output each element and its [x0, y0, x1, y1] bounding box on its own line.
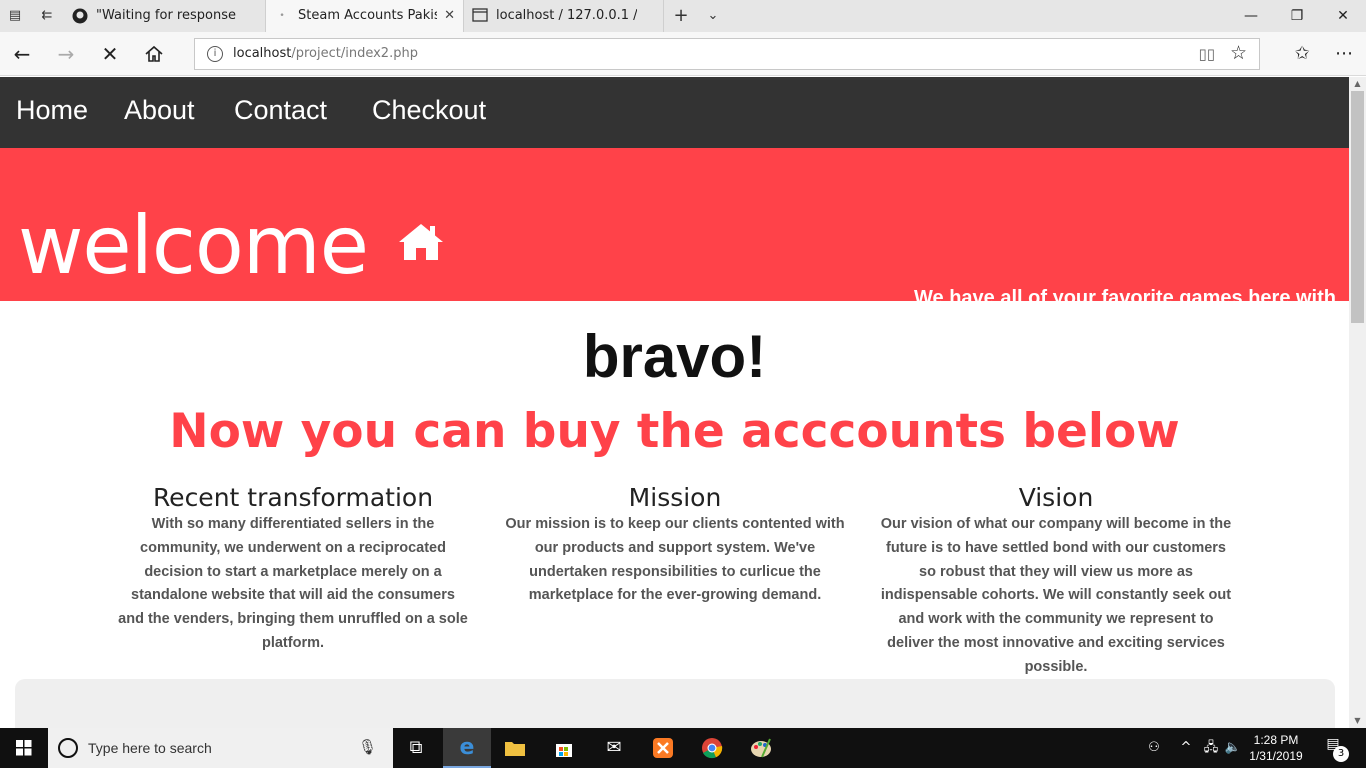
more-menu-icon[interactable]: ⋯ [1330, 40, 1358, 68]
back-arrow-icon[interactable]: ← [8, 40, 36, 68]
notification-count-badge: 3 [1333, 746, 1349, 762]
xampp-icon[interactable] [639, 728, 687, 768]
browser-tab-strip: ▤ ⇇ "Waiting for response from • Steam A… [0, 0, 1366, 32]
minimize-icon[interactable]: — [1228, 0, 1274, 32]
house-icon [399, 224, 443, 260]
tab-label: Steam Accounts Pakista [298, 8, 437, 23]
column-text: Our mission is to keep our clients conte… [505, 516, 845, 604]
favorite-star-icon[interactable]: ☆ [1230, 42, 1247, 64]
scroll-up-arrow-icon[interactable]: ▲ [1349, 77, 1366, 91]
close-window-icon[interactable]: ✕ [1320, 0, 1366, 32]
tab-label: "Waiting for response from [96, 8, 239, 23]
page-scrollbar[interactable]: ▲ ▼ [1349, 77, 1366, 728]
mail-icon[interactable]: ✉ [590, 728, 638, 768]
action-center-button[interactable]: ▤ 3 [1318, 736, 1349, 762]
file-explorer-icon[interactable] [491, 728, 539, 768]
taskbar: Type here to search 🎙 ⧉ e ✉ ⚇ ^ 🖧 🔈 1:28… [0, 728, 1366, 768]
products-panel [15, 679, 1335, 728]
microphone-icon[interactable]: 🎙 [358, 738, 377, 756]
column-text: With so many differentiated sellers in t… [118, 516, 468, 651]
address-bar[interactable]: i localhost/project/index2.php ▯▯ ☆ [194, 38, 1260, 70]
set-aside-tabs-icon[interactable]: ⇇ [38, 7, 56, 25]
nav-contact-link[interactable]: Contact [234, 95, 327, 126]
recent-transformation-column: Recent transformation With so many diffe… [118, 483, 468, 656]
column-title: Vision [1018, 483, 1094, 512]
taskbar-search-box[interactable]: Type here to search 🎙 [48, 728, 393, 768]
address-url: localhost/project/index2.php [233, 46, 418, 61]
tab-label: localhost / 127.0.0.1 / stean [496, 8, 637, 23]
nav-checkout-link[interactable]: Checkout [372, 95, 486, 126]
tab-phpmyadmin[interactable]: localhost / 127.0.0.1 / stean [464, 0, 664, 32]
task-view-icon[interactable]: ⧉ [392, 728, 440, 768]
cortana-circle-icon [58, 738, 78, 758]
column-title: Recent transformation [152, 483, 434, 512]
network-icon[interactable]: 🖧 [1200, 728, 1222, 768]
store-icon[interactable] [540, 728, 588, 768]
column-text: Our vision of what our company will beco… [880, 516, 1232, 675]
search-placeholder: Type here to search [88, 740, 212, 756]
windows-start-button[interactable] [0, 728, 48, 768]
paint-icon[interactable] [737, 728, 785, 768]
volume-icon[interactable]: 🔈 [1222, 728, 1244, 768]
scroll-thumb[interactable] [1351, 91, 1364, 323]
url-host: localhost [233, 46, 292, 61]
page-viewport: Home About Contact Checkout welcome We h… [0, 77, 1349, 728]
clock-time: 1:28 PM [1253, 733, 1299, 747]
scroll-down-arrow-icon[interactable]: ▼ [1349, 714, 1366, 728]
home-icon[interactable] [140, 40, 168, 68]
site-nav-bar: Home About Contact Checkout [0, 77, 1349, 148]
browser-toolbar: ← → ✕ i localhost/project/index2.php ▯▯ … [0, 32, 1366, 76]
tab-actions-icon[interactable]: ▤ [6, 7, 24, 25]
hero-title: welcome [18, 199, 369, 292]
tray-overflow-chevron-icon[interactable]: ^ [1176, 728, 1196, 768]
restore-icon[interactable]: ❐ [1274, 0, 1320, 32]
buy-accounts-subheading: Now you can buy the acccounts below [169, 404, 1180, 459]
page-icon [472, 8, 488, 24]
url-path: /project/index2.php [291, 46, 418, 61]
tab-preview-chevron-icon[interactable]: ⌄ [704, 7, 722, 25]
loading-dot-icon: • [279, 11, 285, 21]
forward-arrow-icon[interactable]: → [52, 40, 80, 68]
windows-logo-icon [16, 740, 32, 756]
hero-banner: welcome We have all of your favorite gam… [0, 148, 1349, 365]
mission-column: Mission Our mission is to keep our clien… [496, 483, 854, 608]
new-tab-icon[interactable]: + [672, 7, 690, 25]
taskbar-clock[interactable]: 1:28 PM 1/31/2019 [1242, 732, 1310, 764]
nav-about-link[interactable]: About [124, 95, 195, 126]
vision-column: Vision Our vision of what our company wi… [880, 483, 1232, 680]
edge-browser-icon[interactable]: e [443, 728, 491, 768]
tab-github[interactable]: "Waiting for response from [64, 0, 266, 32]
stop-loading-icon[interactable]: ✕ [96, 40, 124, 68]
site-info-icon[interactable]: i [207, 46, 223, 62]
chrome-icon[interactable] [688, 728, 736, 768]
column-title: Mission [628, 483, 722, 512]
bravo-heading: bravo! [582, 323, 767, 390]
clock-date: 1/31/2019 [1249, 749, 1303, 763]
github-icon [72, 8, 88, 24]
reading-view-icon[interactable]: ▯▯ [1198, 45, 1215, 63]
nav-home-link[interactable]: Home [16, 95, 88, 126]
favorites-hub-icon[interactable]: ✩ [1288, 40, 1316, 68]
tab-steam-accounts[interactable]: • Steam Accounts Pakista ✕ [266, 0, 464, 32]
people-icon[interactable]: ⚇ [1140, 728, 1168, 768]
close-tab-icon[interactable]: ✕ [444, 0, 455, 32]
